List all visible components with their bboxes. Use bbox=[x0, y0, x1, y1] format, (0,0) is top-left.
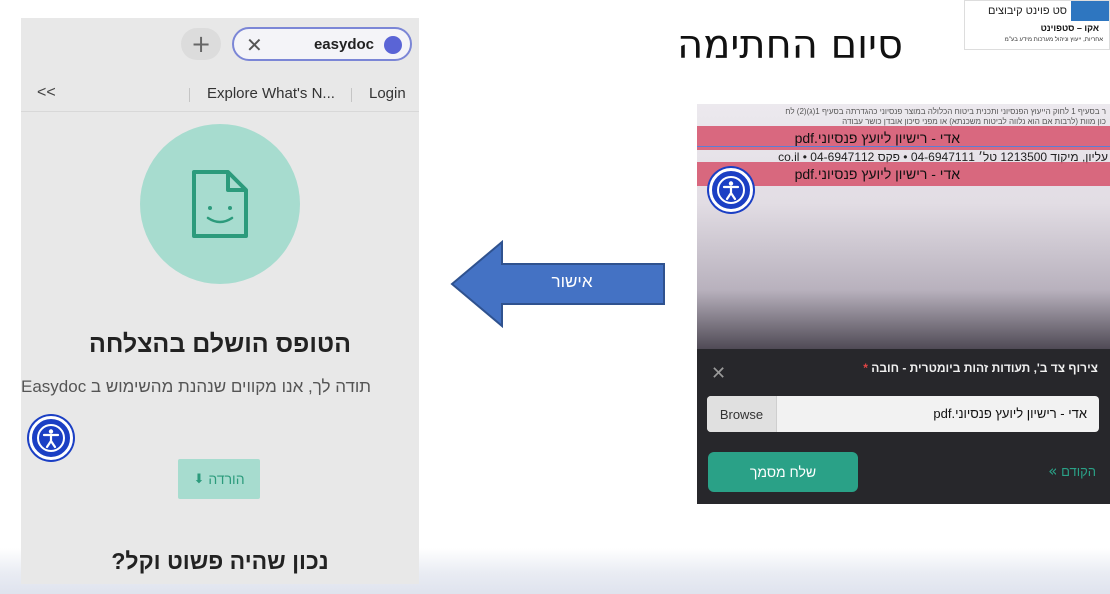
browse-button[interactable]: Browse bbox=[707, 396, 777, 432]
upload-panel-title: צירוף צד ב', תעודות זהות ביומטרית - חובה… bbox=[863, 361, 1098, 375]
previous-link[interactable]: הקודם » bbox=[1034, 462, 1096, 480]
success-illustration bbox=[140, 124, 300, 284]
download-button[interactable]: הורדה ⬇ bbox=[178, 459, 260, 499]
previous-label: הקודם bbox=[1061, 464, 1096, 479]
smiling-document-icon bbox=[192, 170, 248, 238]
download-icon: ⬇ bbox=[193, 471, 205, 487]
left-phone-screenshot: + ✕ easydoc << Explore What's N... Login bbox=[21, 18, 419, 584]
accessibility-button[interactable] bbox=[709, 168, 753, 212]
nav-divider bbox=[189, 88, 190, 102]
accessibility-icon bbox=[37, 424, 65, 452]
document-text-line: ר בסעיף 1 לחוק הייעוץ הפנסיוני ותכנית בי… bbox=[785, 107, 1106, 116]
login-link[interactable]: Login bbox=[369, 85, 406, 102]
attached-file-label: אדי - רישיון ליועץ פנסיוני.pdf bbox=[794, 166, 960, 182]
new-tab-button[interactable]: + bbox=[181, 28, 221, 60]
url-bar[interactable]: ✕ easydoc bbox=[232, 27, 412, 61]
file-input[interactable]: Browse אדי - רישיון ליועץ פנסיוני.pdf bbox=[707, 396, 1099, 432]
upload-panel-title-text: צירוף צד ב', תעודות זהות ביומטרית - חובה bbox=[871, 361, 1098, 375]
close-icon[interactable]: ✕ bbox=[246, 33, 263, 57]
nav-divider bbox=[351, 88, 352, 102]
slide-heading: סיום החתימה bbox=[677, 22, 903, 68]
chevron-right-icon: » bbox=[1048, 462, 1058, 480]
download-label: הורדה bbox=[208, 471, 245, 487]
url-text: easydoc bbox=[313, 36, 374, 53]
logo-name: אקו – סטפוינט bbox=[1040, 23, 1099, 33]
explore-link[interactable]: Explore What's N... bbox=[207, 85, 335, 102]
slide: + ✕ easydoc << Explore What's N... Login bbox=[0, 0, 1110, 594]
logo-mark bbox=[1071, 1, 1109, 21]
site-nav: << Explore What's N... Login bbox=[21, 78, 419, 112]
back-link[interactable]: << bbox=[37, 84, 56, 102]
upload-panel: ✕ צירוף צד ב', תעודות זהות ביומטרית - חו… bbox=[697, 349, 1110, 504]
success-title: הטופס הושלם בהצלחה bbox=[89, 330, 351, 358]
selected-file-name: אדי - רישיון ליועץ פנסיוני.pdf bbox=[933, 406, 1087, 421]
accessibility-icon bbox=[717, 176, 745, 204]
bottom-question: נכון שהיה פשוט וקל? bbox=[111, 548, 329, 574]
logo-text: סט פוינט קיבוצים bbox=[987, 5, 1067, 17]
close-icon[interactable]: ✕ bbox=[711, 363, 726, 384]
document-text-line: כון מוות (לרבות אם הוא נלווה לביטוח משכנ… bbox=[842, 117, 1106, 126]
accessibility-button[interactable] bbox=[29, 416, 73, 460]
company-logo: סט פוינט קיבוצים אקו – סטפוינט אחריות, י… bbox=[964, 0, 1110, 50]
right-phone-screenshot: ר בסעיף 1 לחוק הייעוץ הפנסיוני ותכנית בי… bbox=[697, 104, 1110, 504]
success-subtitle: תודה לך, אנו מקווים שנהנת מהשימוש ב Easy… bbox=[21, 377, 372, 396]
logo-tagline: אחריות, ייעוץ וניהול מערכות מידע בע"מ bbox=[1004, 37, 1103, 43]
send-document-button[interactable]: שלח מסמך bbox=[708, 452, 858, 492]
document-preview: ר בסעיף 1 לחוק הייעוץ הפנסיוני ותכנית בי… bbox=[697, 104, 1110, 352]
divider-line bbox=[697, 146, 1110, 147]
arrow-label: אישור bbox=[551, 272, 593, 291]
attached-file-label: אדי - רישיון ליועץ פנסיוני.pdf bbox=[794, 130, 960, 146]
browser-toolbar: + ✕ easydoc bbox=[21, 18, 419, 70]
required-mark: * bbox=[863, 361, 868, 375]
site-logo-icon bbox=[384, 36, 402, 54]
